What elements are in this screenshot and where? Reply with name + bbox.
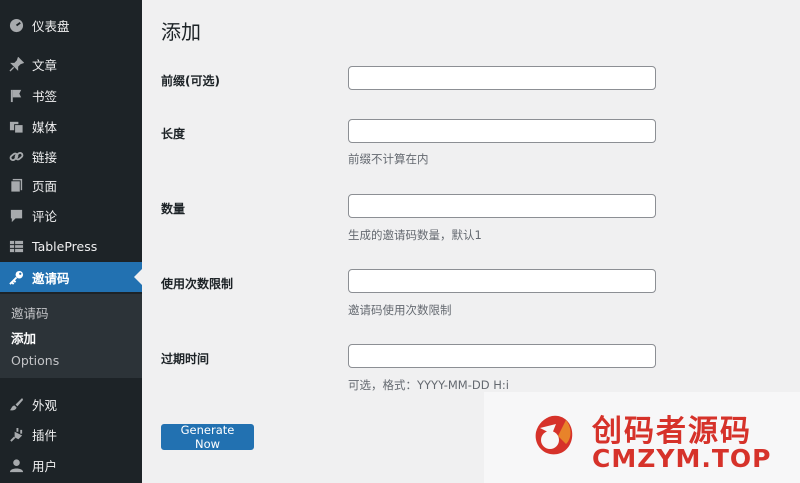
watermark-en-text: CMZYM.TOP [592,444,772,473]
pin-icon [8,56,24,72]
admin-sidebar: 仪表盘 文章 书签 媒体 链接 页面 评论 TablePress 邀请码 邀请码… [0,0,142,483]
brush-icon [8,396,24,412]
length-label: 长度 [161,127,186,141]
sidebar-item-label: 评论 [32,208,58,224]
sidebar-item-links[interactable]: 链接 [0,141,142,171]
watermark-logo-icon [535,415,573,455]
sidebar-item-label: 用户 [32,458,58,474]
submenu-item-options[interactable]: Options [11,353,59,368]
key-icon [8,269,24,285]
sidebar-item-label: 插件 [32,427,58,443]
usage-limit-label: 使用次数限制 [161,277,234,291]
user-icon [8,457,24,473]
generate-now-button[interactable]: Generate Now [161,423,254,451]
sidebar-item-plugins[interactable]: 插件 [0,419,142,449]
sidebar-item-invite-codes[interactable]: 邀请码 [0,262,142,292]
sidebar-item-bookmarks[interactable]: 书签 [0,80,142,110]
sidebar-item-dashboard[interactable]: 仪表盘 [0,10,142,40]
usage-limit-input[interactable] [348,269,656,293]
sidebar-item-label: 页面 [32,178,58,194]
sidebar-item-posts[interactable]: 文章 [0,49,142,79]
sidebar-item-label: 书签 [32,88,58,104]
sidebar-item-label: 邀请码 [32,270,70,286]
comment-icon [8,207,24,223]
expiry-label: 过期时间 [161,352,210,366]
sidebar-item-pages[interactable]: 页面 [0,170,142,200]
submenu-item-invite-codes[interactable]: 邀请码 [11,303,49,322]
sidebar-item-label: 媒体 [32,119,58,135]
page-title: 添加 [161,20,201,44]
sidebar-item-label: 文章 [32,57,58,73]
usage-limit-description: 邀请码使用次数限制 [348,303,452,317]
sidebar-item-tablepress[interactable]: TablePress [0,231,142,261]
watermark: 创码者源码 CMZYM.TOP [484,392,800,483]
quantity-description: 生成的邀请码数量，默认1 [348,228,482,242]
quantity-input[interactable] [348,194,656,218]
prefix-label: 前缀(可选) [161,74,220,88]
sidebar-item-label: 外观 [32,397,58,413]
length-input[interactable] [348,119,656,143]
quantity-label: 数量 [161,202,186,216]
link-icon [8,148,24,164]
sidebar-item-media[interactable]: 媒体 [0,111,142,141]
sidebar-item-comments[interactable]: 评论 [0,200,142,230]
expiry-input[interactable] [348,344,656,368]
sidebar-item-label: 链接 [32,149,58,165]
flag-icon [8,87,24,103]
prefix-input[interactable] [348,66,656,90]
submenu-item-add[interactable]: 添加 [11,328,36,347]
page-icon [8,177,24,193]
sidebar-item-users[interactable]: 用户 [0,450,142,480]
expiry-description: 可选，格式：YYYY-MM-DD H:i [348,378,509,392]
length-description: 前缀不计算在内 [348,152,429,166]
dashboard-icon [8,17,24,33]
sidebar-item-label: TablePress [32,238,98,254]
media-icon [8,118,24,134]
table-icon [8,238,24,254]
plugin-icon [8,426,24,442]
invite-codes-submenu: 邀请码 添加 Options [0,294,142,378]
sidebar-item-appearance[interactable]: 外观 [0,389,142,419]
sidebar-item-label: 仪表盘 [32,18,70,34]
